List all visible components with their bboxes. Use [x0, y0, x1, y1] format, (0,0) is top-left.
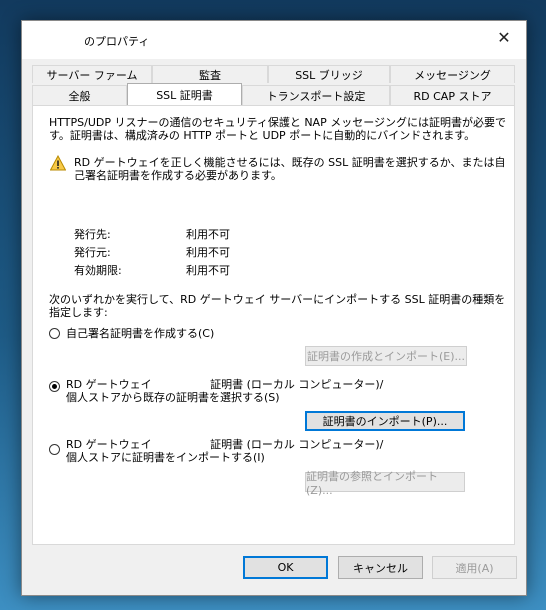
tab-messaging[interactable]: メッセージング — [390, 65, 515, 83]
tab-rd-cap-store[interactable]: RD CAP ストア — [390, 85, 515, 105]
ok-button[interactable]: OK — [243, 556, 328, 579]
cancel-button[interactable]: キャンセル — [338, 556, 423, 579]
warning-icon — [50, 155, 66, 171]
option-create-self-signed-label[interactable]: 自己署名証明書を作成する(C) — [66, 327, 214, 340]
warning-text-line1: RD ゲートウェイを正しく機能させるには、既存の SSL 証明書を選択するか、ま… — [74, 156, 506, 169]
button-label: キャンセル — [353, 561, 408, 575]
button-label: 証明書の作成とインポート(E)... — [306, 350, 466, 363]
instruction-text-line2: 指定します: — [49, 306, 108, 319]
close-icon: ✕ — [497, 27, 511, 47]
issued-to-label: 発行先: — [74, 228, 111, 241]
tab-transport-settings[interactable]: トランスポート設定 — [242, 85, 390, 105]
tab-label: トランスポート設定 — [266, 89, 366, 103]
tab-label: 監査 — [199, 68, 221, 82]
window-title: のプロパティ — [84, 35, 150, 48]
tab-server-farm[interactable]: サーバー ファーム — [32, 65, 152, 83]
radio-create-self-signed[interactable] — [49, 328, 60, 339]
radio-import-to-store[interactable] — [49, 444, 60, 455]
warning-text-line2: 己署名証明書を作成する必要があります。 — [74, 169, 282, 182]
tab-label: RD CAP ストア — [413, 89, 492, 103]
tab-label: サーバー ファーム — [46, 68, 138, 82]
apply-button[interactable]: 適用(A) — [432, 556, 517, 579]
intro-text-line1: HTTPS/UDP リスナーの通信のセキュリティ保護と NAP メッセージングに… — [49, 116, 506, 129]
close-button[interactable]: ✕ — [482, 21, 526, 53]
tab-label: メッセージング — [414, 68, 491, 82]
tab-general[interactable]: 全般 — [32, 85, 127, 105]
option-select-existing-line2[interactable]: 個人ストアから既存の証明書を選択する(S) — [66, 391, 280, 404]
expiration-label: 有効期限: — [74, 264, 122, 277]
radio-select-existing[interactable] — [49, 381, 60, 392]
expiration-value: 利用不可 — [186, 264, 230, 277]
tab-label: SSL ブリッジ — [295, 68, 363, 82]
option-import-to-store-line1[interactable]: RD ゲートウェイ 証明書 (ローカル コンピューター)/ — [66, 438, 383, 451]
properties-dialog: のプロパティ ✕ サーバー ファーム 監査 SSL ブリッジ メッセージング 全… — [21, 20, 527, 596]
tab-label: SSL 証明書 — [156, 88, 213, 102]
tab-audit[interactable]: 監査 — [152, 65, 268, 83]
browse-and-import-button[interactable]: 証明書の参照とインポート(Z)... — [305, 470, 465, 497]
issued-to-value: 利用不可 — [186, 228, 230, 241]
import-certificate-button[interactable]: 証明書のインポート(P)... — [305, 411, 465, 431]
issued-by-label: 発行元: — [74, 246, 111, 259]
ssl-certificate-panel: HTTPS/UDP リスナーの通信のセキュリティ保護と NAP メッセージングに… — [32, 105, 515, 545]
intro-text-line2: す。証明書は、構成済みの HTTP ポートと UDP ポートに自動的にバインドさ… — [49, 129, 476, 142]
title-bar: のプロパティ ✕ — [22, 21, 526, 59]
button-label: OK — [277, 561, 294, 574]
button-label: 適用(A) — [455, 561, 494, 575]
tab-ssl-certificate[interactable]: SSL 証明書 — [127, 83, 242, 105]
instruction-text-line1: 次のいずれかを実行して、RD ゲートウェイ サーバーにインポートする SSL 証… — [49, 293, 506, 306]
option-select-existing-line1[interactable]: RD ゲートウェイ 証明書 (ローカル コンピューター)/ — [66, 378, 383, 391]
issued-by-value: 利用不可 — [186, 246, 230, 259]
tab-ssl-bridge[interactable]: SSL ブリッジ — [268, 65, 390, 83]
button-label: 証明書のインポート(P)... — [322, 415, 448, 428]
button-label: 証明書の参照とインポート(Z)... — [306, 469, 438, 497]
tab-label: 全般 — [68, 89, 91, 103]
create-and-import-button[interactable]: 証明書の作成とインポート(E)... — [305, 346, 467, 366]
option-import-to-store-line2[interactable]: 個人ストアに証明書をインポートする(I) — [66, 451, 265, 464]
